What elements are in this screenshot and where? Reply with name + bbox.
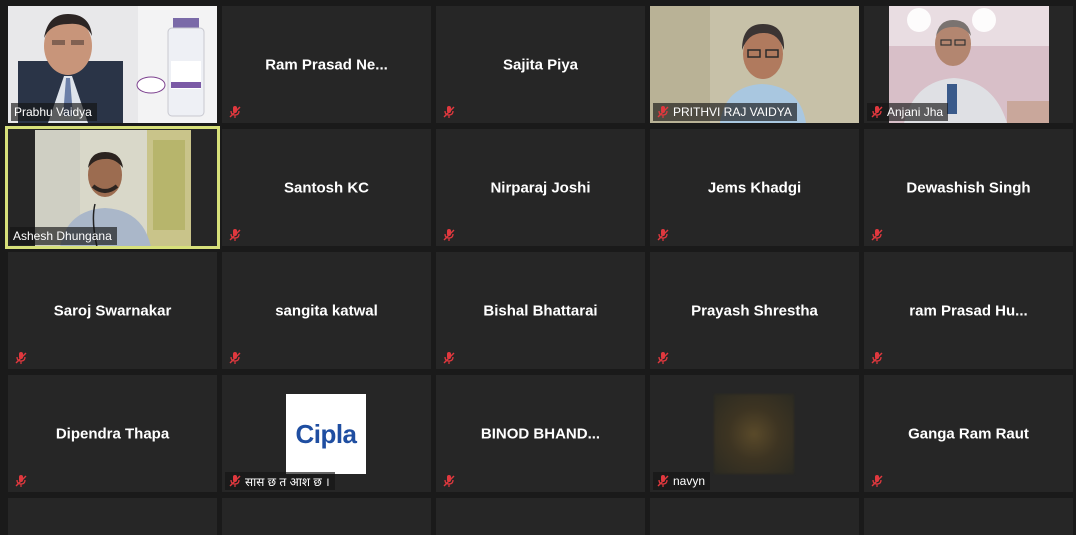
participant-name: ram Prasad Hu...: [909, 302, 1028, 319]
cipla-logo: Cipla: [286, 394, 366, 474]
participant-label: PRITHVI RAJ VAIDYA: [653, 103, 797, 121]
participant-name: BINOD BHAND...: [480, 425, 601, 442]
participant-name: Bishal Bhattarai: [483, 302, 598, 319]
participant-name: Saroj Swarnakar: [53, 302, 172, 319]
participant-label: navyn: [653, 472, 711, 490]
participant-name: Ganga Ram Raut: [908, 425, 1029, 442]
participant-tile[interactable]: [8, 498, 217, 535]
participant-tile-prabhu-vaidya[interactable]: Prabhu Vaidya: [8, 6, 217, 123]
participant-name: sangita katwal: [275, 302, 378, 319]
participant-label: [225, 349, 247, 367]
participant-tile[interactable]: [864, 498, 1073, 535]
participant-name: Ashesh Dhungana: [13, 229, 112, 243]
participant-tile[interactable]: BINOD BHAND...: [436, 375, 645, 492]
participant-label: [653, 226, 675, 244]
participant-label: [867, 349, 889, 367]
participant-tile[interactable]: Nirparaj Joshi: [436, 129, 645, 246]
participant-tile[interactable]: [650, 498, 859, 535]
participant-label: [867, 472, 889, 490]
participant-label: [225, 226, 247, 244]
participant-name: सास छ त आश छ ।: [245, 474, 330, 489]
participant-tile[interactable]: Santosh KC: [222, 129, 431, 246]
mic-muted-icon: [228, 351, 242, 365]
participant-name: Jems Khadgi: [707, 179, 802, 196]
participant-tile[interactable]: sangita katwal: [222, 252, 431, 369]
participant-video: [714, 394, 794, 474]
participant-label: [439, 349, 461, 367]
participant-label: [867, 226, 889, 244]
participant-name: Anjani Jha: [887, 105, 944, 119]
participant-label: सास छ त आश छ ।: [225, 472, 335, 490]
participant-tile-cipla[interactable]: Cipla सास छ त आश छ ।: [222, 375, 431, 492]
participant-tile[interactable]: Dipendra Thapa: [8, 375, 217, 492]
mic-muted-icon: [870, 228, 884, 242]
participant-tile[interactable]: Saroj Swarnakar: [8, 252, 217, 369]
participant-name: Sajita Piya: [502, 56, 579, 73]
mic-muted-icon: [656, 105, 670, 119]
participant-name: PRITHVI RAJ VAIDYA: [673, 105, 792, 119]
participant-name: Dipendra Thapa: [55, 425, 170, 442]
mic-muted-icon: [442, 228, 456, 242]
participant-label: [653, 349, 675, 367]
mic-muted-icon: [14, 474, 28, 488]
participant-tile[interactable]: [222, 498, 431, 535]
mic-muted-icon: [228, 105, 242, 119]
mic-muted-icon: [442, 474, 456, 488]
mic-muted-icon: [870, 351, 884, 365]
participant-tile[interactable]: Prayash Shrestha: [650, 252, 859, 369]
participant-tile[interactable]: Sajita Piya: [436, 6, 645, 123]
participant-tile-active-speaker[interactable]: Ashesh Dhungana: [5, 126, 220, 249]
mic-muted-icon: [228, 474, 242, 488]
participant-name: navyn: [673, 474, 706, 488]
participant-label: Prabhu Vaidya: [11, 103, 97, 121]
gallery-view: Prabhu Vaidya Ram Prasad Ne... Sajita Pi…: [0, 0, 1076, 535]
mic-muted-icon: [442, 351, 456, 365]
participant-name: Prabhu Vaidya: [14, 105, 92, 119]
participant-name: Prayash Shrestha: [691, 302, 818, 319]
participant-tile[interactable]: [436, 498, 645, 535]
participant-label: [11, 472, 33, 490]
participant-label: Anjani Jha: [867, 103, 949, 121]
participant-label: [439, 226, 461, 244]
participant-name: Santosh KC: [283, 179, 369, 196]
participant-tile-anjani-jha[interactable]: Anjani Jha: [864, 6, 1073, 123]
mic-muted-icon: [14, 351, 28, 365]
participant-label: [439, 472, 461, 490]
participant-tile[interactable]: Ganga Ram Raut: [864, 375, 1073, 492]
participant-tile-prithvi-raj-vaidya[interactable]: PRITHVI RAJ VAIDYA: [650, 6, 859, 123]
participant-label: [439, 103, 461, 121]
mic-muted-icon: [656, 474, 670, 488]
participant-name: Nirparaj Joshi: [490, 179, 591, 196]
participant-name: Ram Prasad Ne...: [265, 56, 388, 73]
participant-tile[interactable]: Ram Prasad Ne...: [222, 6, 431, 123]
participant-tile[interactable]: Jems Khadgi: [650, 129, 859, 246]
mic-muted-icon: [656, 351, 670, 365]
participant-tile[interactable]: Bishal Bhattarai: [436, 252, 645, 369]
participant-tile[interactable]: Dewashish Singh: [864, 129, 1073, 246]
mic-muted-icon: [870, 105, 884, 119]
participant-tile[interactable]: ram Prasad Hu...: [864, 252, 1073, 369]
mic-muted-icon: [228, 228, 242, 242]
mic-muted-icon: [870, 474, 884, 488]
participant-label: [225, 103, 247, 121]
participant-tile-navyn[interactable]: navyn: [650, 375, 859, 492]
participant-label: Ashesh Dhungana: [10, 227, 117, 245]
mic-muted-icon: [656, 228, 670, 242]
participant-label: [11, 349, 33, 367]
cipla-logo-text: Cipla: [295, 418, 357, 449]
participant-name: Dewashish Singh: [906, 179, 1031, 196]
mic-muted-icon: [442, 105, 456, 119]
